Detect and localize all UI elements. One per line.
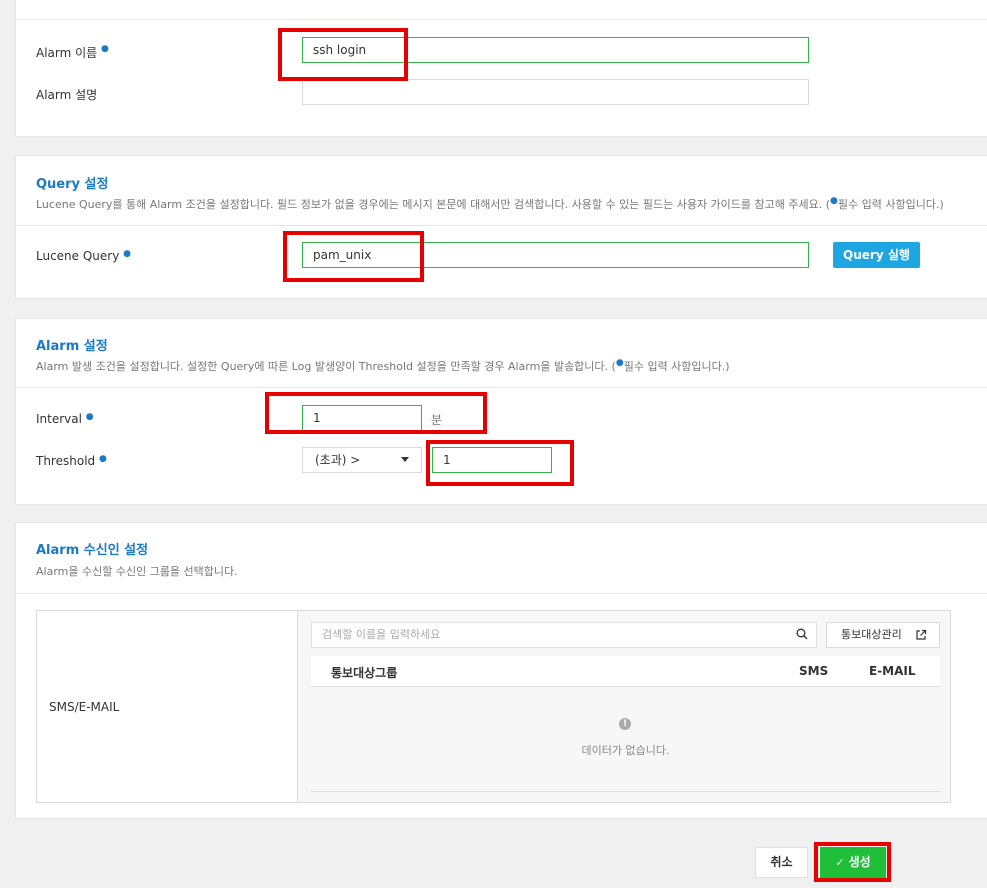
chevron-down-icon: [401, 457, 409, 462]
search-icon[interactable]: [796, 628, 808, 640]
alarm-name-label: Alarm 이름 ●: [36, 44, 109, 61]
recipients-card: Alarm 수신인 설정 Alarm을 수신할 수신인 그룹을 선택합니다. S…: [15, 522, 987, 819]
interval-unit: 분: [431, 413, 443, 427]
lucene-query-label: Lucene Query ●: [36, 249, 131, 263]
query-card: Query 설정 Lucene Query를 통해 Alarm 조건을 설정합니…: [15, 155, 987, 299]
query-run-button[interactable]: Query 실행: [833, 242, 920, 268]
col-group-header: 통보대상그룹: [331, 666, 398, 680]
create-button-label: 생성: [848, 855, 871, 869]
section-divider: [16, 19, 987, 20]
alarm-desc-label-text: Alarm 설명: [36, 88, 98, 102]
lucene-query-input[interactable]: pam_unix: [302, 242, 809, 268]
threshold-input[interactable]: 1: [432, 447, 552, 473]
recipients-section-desc: Alarm을 수신할 수신인 그룹을 선택합니다.: [36, 565, 238, 578]
query-section-desc: Lucene Query를 통해 Alarm 조건을 설정합니다. 필드 정보가…: [36, 196, 944, 212]
cancel-button[interactable]: 취소: [755, 847, 808, 878]
alarm-desc-label: Alarm 설명: [36, 86, 97, 103]
basic-info-card: Alarm 이름 ● ssh login Alarm 설명: [15, 0, 987, 137]
query-desc-text: Lucene Query를 통해 Alarm 조건을 설정합니다. 필드 정보가…: [36, 198, 831, 211]
empty-state-text: 데이터가 없습니다.: [581, 744, 670, 757]
interval-input[interactable]: 1: [302, 405, 422, 431]
required-dot-icon: ●: [101, 44, 109, 54]
section-divider: [16, 387, 987, 388]
search-placeholder: 검색할 이름을 입력하세요: [322, 628, 441, 641]
recipient-search-input[interactable]: 검색할 이름을 입력하세요: [311, 622, 817, 648]
recipients-panel: 검색할 이름을 입력하세요 통보대상관리 통보대상그룹 SMS E-MAIL !…: [298, 611, 950, 802]
recipients-row-header: SMS/E-MAIL: [37, 611, 298, 802]
threshold-operator-select[interactable]: (초과) >: [302, 447, 422, 473]
alarm-name-input[interactable]: ssh login: [302, 37, 809, 63]
manage-recipients-label: 통보대상관리: [841, 628, 902, 641]
query-desc-suffix: 필수 입력 사항입니다.): [837, 198, 944, 211]
alarm-section-desc: Alarm 발생 조건을 설정합니다. 설정한 Query에 따른 Log 발생…: [36, 358, 730, 374]
required-dot-icon: ●: [123, 249, 132, 259]
section-divider: [16, 225, 987, 226]
alarm-name-label-text: Alarm 이름: [36, 46, 98, 60]
lucene-query-label-text: Lucene Query: [36, 249, 120, 263]
manage-recipients-button[interactable]: 통보대상관리: [826, 622, 940, 648]
info-icon: !: [619, 718, 631, 730]
required-dot-icon: ●: [85, 412, 94, 422]
threshold-label: Threshold ●: [36, 454, 107, 468]
required-dot-icon: ●: [98, 454, 107, 464]
threshold-label-text: Threshold: [36, 454, 96, 468]
recipients-table: SMS/E-MAIL 검색할 이름을 입력하세요 통보대상관리 통보대상그룹 S…: [36, 610, 951, 803]
col-sms-header: SMS: [799, 664, 829, 678]
alarm-desc-text: Alarm 발생 조건을 설정합니다. 설정한 Query에 따른 Log 발생…: [36, 360, 616, 373]
required-dot-icon: ●: [615, 358, 624, 368]
alarm-section-title: Alarm 설정: [36, 339, 108, 354]
query-section-title: Query 설정: [36, 177, 109, 192]
required-dot-icon: ●: [830, 196, 838, 206]
threshold-operator-value: (초과) >: [315, 453, 361, 467]
external-link-icon: [916, 629, 927, 640]
alarm-settings-card: Alarm 설정 Alarm 발생 조건을 설정합니다. 설정한 Query에 …: [15, 318, 987, 505]
section-divider: [16, 593, 987, 594]
create-button[interactable]: ✓ 생성: [820, 847, 886, 878]
empty-state: ! 데이터가 없습니다.: [311, 687, 940, 792]
check-icon: ✓: [835, 856, 845, 869]
recipients-section-title: Alarm 수신인 설정: [36, 543, 149, 558]
sms-email-label: SMS/E-MAIL: [49, 700, 120, 714]
alarm-desc-suffix: 필수 입력 사항입니다.): [623, 360, 730, 373]
col-email-header: E-MAIL: [869, 664, 916, 678]
interval-label: Interval ●: [36, 412, 94, 426]
recipients-table-header: 통보대상그룹 SMS E-MAIL: [311, 656, 940, 687]
interval-label-text: Interval: [36, 412, 82, 426]
alarm-desc-input[interactable]: [302, 79, 809, 105]
